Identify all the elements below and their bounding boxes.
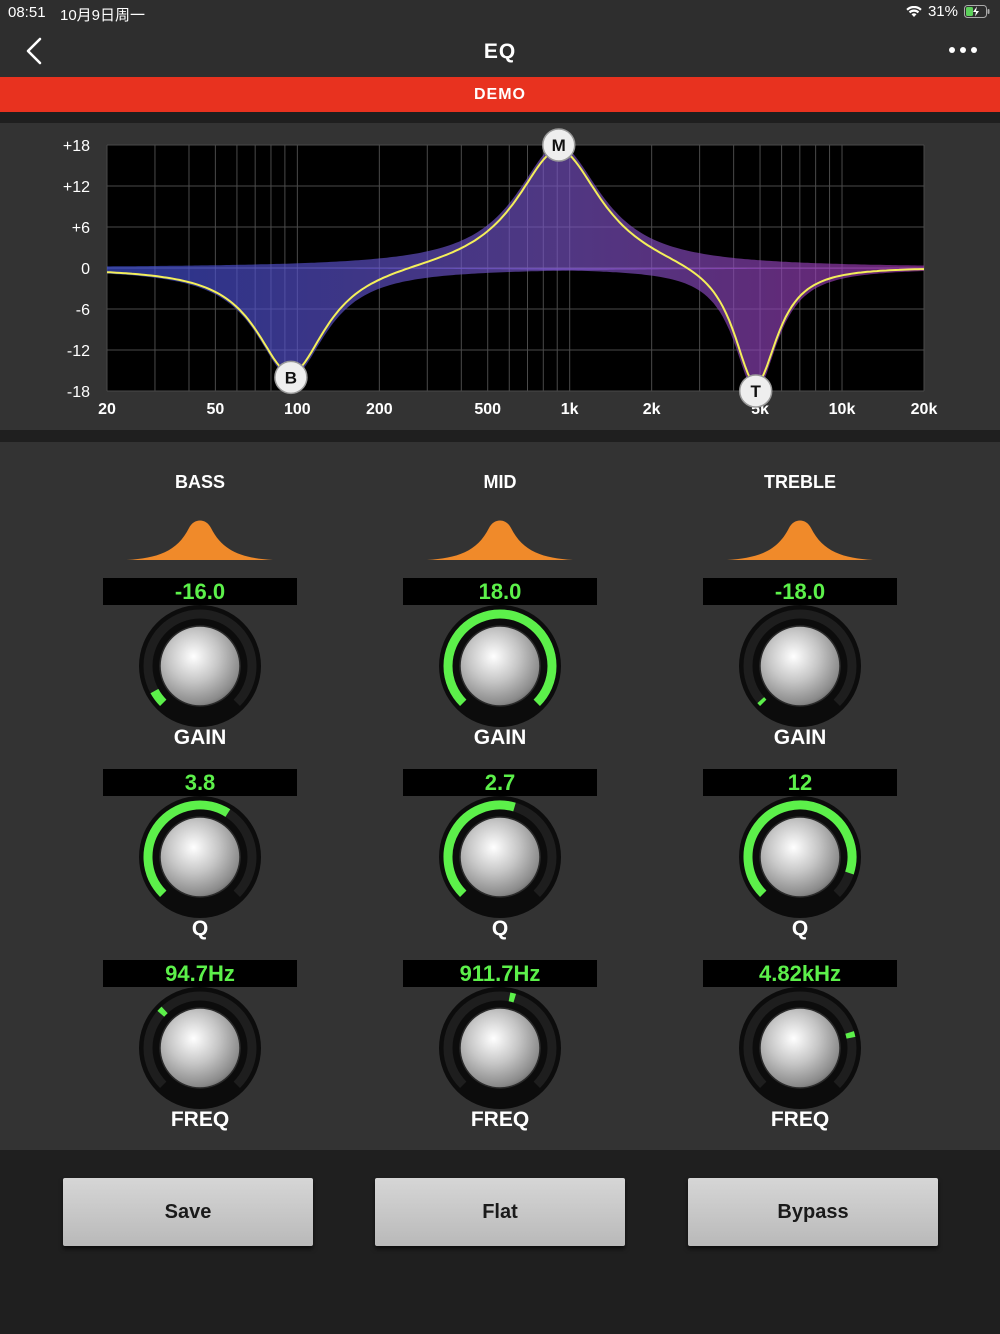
q-label: Q <box>491 917 509 940</box>
q-value-display: 12 <box>703 769 897 796</box>
knob-indicator <box>157 1006 168 1017</box>
y-tick-label: +18 <box>63 138 90 155</box>
nav-bar: EQ <box>0 24 1000 77</box>
band-name: MID <box>483 472 517 492</box>
knob-cap[interactable] <box>159 1007 241 1089</box>
band-handle-m[interactable]: M <box>542 128 576 162</box>
knob-indicator <box>508 992 517 1003</box>
freq-value-display: 94.7Hz <box>103 960 297 987</box>
knob-indicator <box>845 1031 856 1039</box>
q-label: Q <box>791 917 809 940</box>
freq-value-display: 4.82kHz <box>703 960 897 987</box>
freq-knob[interactable] <box>137 985 263 1111</box>
y-tick-label: +12 <box>63 179 90 196</box>
knob-cap[interactable] <box>759 816 841 898</box>
freq-label: FREQ <box>170 1108 230 1131</box>
freq-label: FREQ <box>470 1108 530 1131</box>
knob-cap[interactable] <box>459 816 541 898</box>
freq-knob[interactable] <box>737 985 863 1111</box>
gain-label: GAIN <box>773 726 827 749</box>
gain-knob[interactable] <box>137 603 263 729</box>
y-tick-label: -18 <box>67 384 90 401</box>
status-bar: 08:51 10月9日周一 31% <box>0 0 1000 24</box>
wifi-icon <box>906 5 922 17</box>
q-knob[interactable] <box>737 794 863 920</box>
handle-label: T <box>751 382 762 401</box>
x-tick-label: 1k <box>561 401 579 418</box>
band-name: TREBLE <box>764 472 836 492</box>
battery-percent: 31% <box>927 3 958 20</box>
handle-label: M <box>552 136 566 155</box>
y-tick-label: 0 <box>81 261 90 278</box>
x-tick-label: 50 <box>206 401 224 418</box>
knob-cap[interactable] <box>459 1007 541 1089</box>
knob-cap[interactable] <box>159 625 241 707</box>
peak-filter-icon[interactable] <box>727 514 873 562</box>
q-value-display: 3.8 <box>103 769 297 796</box>
battery-charging-icon <box>964 5 990 18</box>
q-label: Q <box>191 917 209 940</box>
x-tick-label: 200 <box>366 401 393 418</box>
gain-value-display: 18.0 <box>403 578 597 605</box>
page-title: EQ <box>483 40 517 63</box>
ellipsis-icon[interactable] <box>948 38 978 62</box>
demo-banner: DEMO <box>0 77 1000 112</box>
q-value-display: 2.7 <box>403 769 597 796</box>
x-tick-label: 100 <box>284 401 311 418</box>
band-controls: BASS -16.0 GAIN 3.8 Q 94.7Hz FREQ MID 18… <box>0 442 1000 1150</box>
x-tick-label: 2k <box>643 401 661 418</box>
flat-button[interactable]: Flat <box>375 1178 625 1246</box>
band-name: BASS <box>174 472 225 492</box>
x-tick-label: 500 <box>474 401 501 418</box>
q-knob[interactable] <box>437 794 563 920</box>
knob-cap[interactable] <box>759 1007 841 1089</box>
gain-knob[interactable] <box>437 603 563 729</box>
knob-value-arc <box>757 697 767 706</box>
eq-graph-panel: +18 +12 +6 0 -6 -12 -18 20 50 100 200 500 1k 2k 5k 10k 2… <box>0 123 1000 430</box>
q-knob[interactable] <box>137 794 263 920</box>
freq-label: FREQ <box>770 1108 830 1131</box>
gain-value-display: -18.0 <box>703 578 897 605</box>
peak-filter-icon[interactable] <box>427 514 573 562</box>
handle-label: B <box>285 368 297 387</box>
x-tick-label: 20k <box>911 401 938 418</box>
bypass-button[interactable]: Bypass <box>688 1178 938 1246</box>
gain-label: GAIN <box>173 726 227 749</box>
gain-value-display: -16.0 <box>103 578 297 605</box>
save-button[interactable]: Save <box>63 1178 313 1246</box>
status-right: 31% <box>906 3 990 20</box>
freq-knob[interactable] <box>437 985 563 1111</box>
eq-response-graph[interactable]: +18+12+60-6-12-1820 50 100 200 500 1k 2k 5k 10k 2… <box>0 123 1000 430</box>
status-date: 10月9日周一 <box>60 7 146 24</box>
y-tick-label: +6 <box>72 220 90 237</box>
status-time: 08:51 <box>8 4 46 21</box>
y-tick-label: -6 <box>76 302 90 319</box>
gain-label: GAIN <box>473 726 527 749</box>
knob-cap[interactable] <box>159 816 241 898</box>
y-tick-label: -12 <box>67 343 90 360</box>
freq-value-display: 911.7Hz <box>403 960 597 987</box>
knob-cap[interactable] <box>759 625 841 707</box>
footer-actions: Save Flat Bypass <box>0 1150 1000 1334</box>
x-tick-label: 20 <box>98 401 116 418</box>
band-handle-b[interactable]: B <box>274 360 308 395</box>
gain-knob[interactable] <box>737 603 863 729</box>
knob-cap[interactable] <box>459 625 541 707</box>
band-handle-t[interactable]: T <box>738 374 773 408</box>
peak-filter-icon[interactable] <box>127 514 273 562</box>
x-tick-label: 10k <box>829 401 856 418</box>
